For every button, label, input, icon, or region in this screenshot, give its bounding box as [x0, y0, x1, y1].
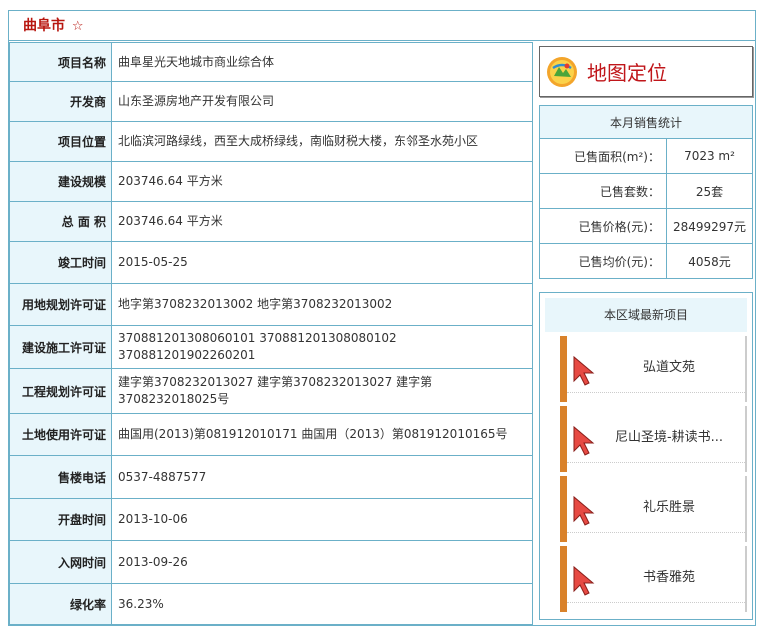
info-label: 项目名称	[9, 42, 112, 82]
star-icon[interactable]: ☆	[72, 19, 84, 34]
region-project-name: 礼乐胜景	[642, 500, 695, 515]
info-label: 土地使用许可证	[9, 413, 112, 456]
info-row: 建设施工许可证 370881201308060101 3708812013080…	[9, 325, 533, 369]
region-project-name: 弘道文苑	[642, 360, 695, 375]
item-divider	[567, 602, 745, 608]
stats-value: 28499297元	[666, 208, 753, 244]
info-row: 售楼电话 0537-4887577	[9, 455, 533, 499]
cursor-arrow-icon	[573, 425, 595, 456]
info-value: 203746.64 平方米	[111, 201, 533, 242]
info-row: 开发商 山东圣源房地产开发有限公司	[9, 81, 533, 122]
info-label: 工程规划许可证	[9, 368, 112, 414]
info-value: 建字第3708232013027 建字第3708232013027 建字第370…	[111, 368, 533, 414]
map-location-icon	[547, 56, 577, 87]
cursor-arrow-icon	[573, 355, 595, 386]
info-row: 项目名称 曲阜星光天地城市商业综合体	[9, 42, 533, 82]
stats-row: 已售套数： 25套	[539, 173, 753, 209]
stats-label: 已售面积(m²)：	[539, 138, 667, 174]
info-value: 山东圣源房地产开发有限公司	[111, 81, 533, 122]
stats-label: 已售均价(元)：	[539, 243, 667, 279]
map-locate-button[interactable]: 地图定位	[539, 46, 753, 97]
info-row: 工程规划许可证 建字第3708232013027 建字第370823201302…	[9, 368, 533, 414]
stats-row: 已售面积(m²)： 7023 m²	[539, 138, 753, 174]
map-locate-label: 地图定位	[587, 61, 667, 85]
info-value: 2013-10-06	[111, 498, 533, 541]
info-value: 2013-09-26	[111, 540, 533, 584]
info-label: 开盘时间	[9, 498, 112, 541]
info-value: 曲国用(2013)第081912010171 曲国用（2013）第0819120…	[111, 413, 533, 456]
info-value: 36.23%	[111, 583, 533, 625]
region-projects-title: 本区域最新项目	[545, 298, 747, 332]
item-divider	[567, 392, 745, 398]
info-row: 入网时间 2013-09-26	[9, 540, 533, 584]
info-value: 北临滨河路绿线，西至大成桥绿线，南临财税大楼，东邻圣水苑小区	[111, 121, 533, 162]
info-label: 用地规划许可证	[9, 283, 112, 326]
stats-label: 已售套数：	[539, 173, 667, 209]
info-label: 总 面 积	[9, 201, 112, 242]
item-divider	[567, 462, 745, 468]
info-label: 开发商	[9, 81, 112, 122]
region-project-name: 尼山圣境-耕读书...	[614, 430, 724, 445]
region-project-item[interactable]: 尼山圣境-耕读书...	[560, 406, 747, 472]
info-row: 开盘时间 2013-10-06	[9, 498, 533, 541]
stats-row: 已售均价(元)： 4058元	[539, 243, 753, 279]
city-title-bar: 曲阜市 ☆	[9, 11, 755, 41]
info-row: 土地使用许可证 曲国用(2013)第081912010171 曲国用（2013）…	[9, 413, 533, 456]
info-label: 项目位置	[9, 121, 112, 162]
info-label: 入网时间	[9, 540, 112, 584]
monthly-sales-stats: 本月销售统计 已售面积(m²)： 7023 m² 已售套数： 25套 已售价格(…	[539, 105, 753, 279]
info-label: 绿化率	[9, 583, 112, 625]
info-row: 用地规划许可证 地字第3708232013002 地字第370823201300…	[9, 283, 533, 326]
stats-label: 已售价格(元)：	[539, 208, 667, 244]
info-label: 售楼电话	[9, 455, 112, 499]
info-label: 竣工时间	[9, 241, 112, 284]
project-info-table: 项目名称 曲阜星光天地城市商业综合体 开发商 山东圣源房地产开发有限公司 项目位…	[9, 42, 533, 625]
info-row: 竣工时间 2015-05-25	[9, 241, 533, 284]
item-divider	[567, 532, 745, 538]
info-row: 建设规模 203746.64 平方米	[9, 161, 533, 202]
info-label: 建设施工许可证	[9, 325, 112, 369]
info-label: 建设规模	[9, 161, 112, 202]
city-title: 曲阜市	[23, 18, 65, 34]
stats-row: 已售价格(元)： 28499297元	[539, 208, 753, 244]
info-value: 0537-4887577	[111, 455, 533, 499]
cursor-arrow-icon	[573, 565, 595, 596]
cursor-arrow-icon	[573, 495, 595, 526]
region-project-item[interactable]: 礼乐胜景	[560, 476, 747, 542]
info-row: 总 面 积 203746.64 平方米	[9, 201, 533, 242]
info-value: 地字第3708232013002 地字第3708232013002	[111, 283, 533, 326]
stats-value: 25套	[666, 173, 753, 209]
region-project-item[interactable]: 书香雅苑	[560, 546, 747, 612]
info-value: 2015-05-25	[111, 241, 533, 284]
sales-stats-title: 本月销售统计	[539, 105, 753, 139]
region-project-item[interactable]: 弘道文苑	[560, 336, 747, 402]
info-value: 203746.64 平方米	[111, 161, 533, 202]
region-latest-projects: 本区域最新项目 弘道文苑 尼山圣境-耕读书... 礼乐胜景 书香雅苑	[539, 292, 753, 620]
info-row: 项目位置 北临滨河路绿线，西至大成桥绿线，南临财税大楼，东邻圣水苑小区	[9, 121, 533, 162]
info-value: 曲阜星光天地城市商业综合体	[111, 42, 533, 82]
info-row: 绿化率 36.23%	[9, 583, 533, 625]
region-project-name: 书香雅苑	[642, 570, 695, 585]
project-detail-panel: 曲阜市 ☆ 项目名称 曲阜星光天地城市商业综合体 开发商 山东圣源房地产开发有限…	[8, 10, 756, 626]
stats-value: 4058元	[666, 243, 753, 279]
stats-value: 7023 m²	[666, 138, 753, 174]
info-value: 370881201308060101 370881201308080102 37…	[111, 325, 533, 369]
